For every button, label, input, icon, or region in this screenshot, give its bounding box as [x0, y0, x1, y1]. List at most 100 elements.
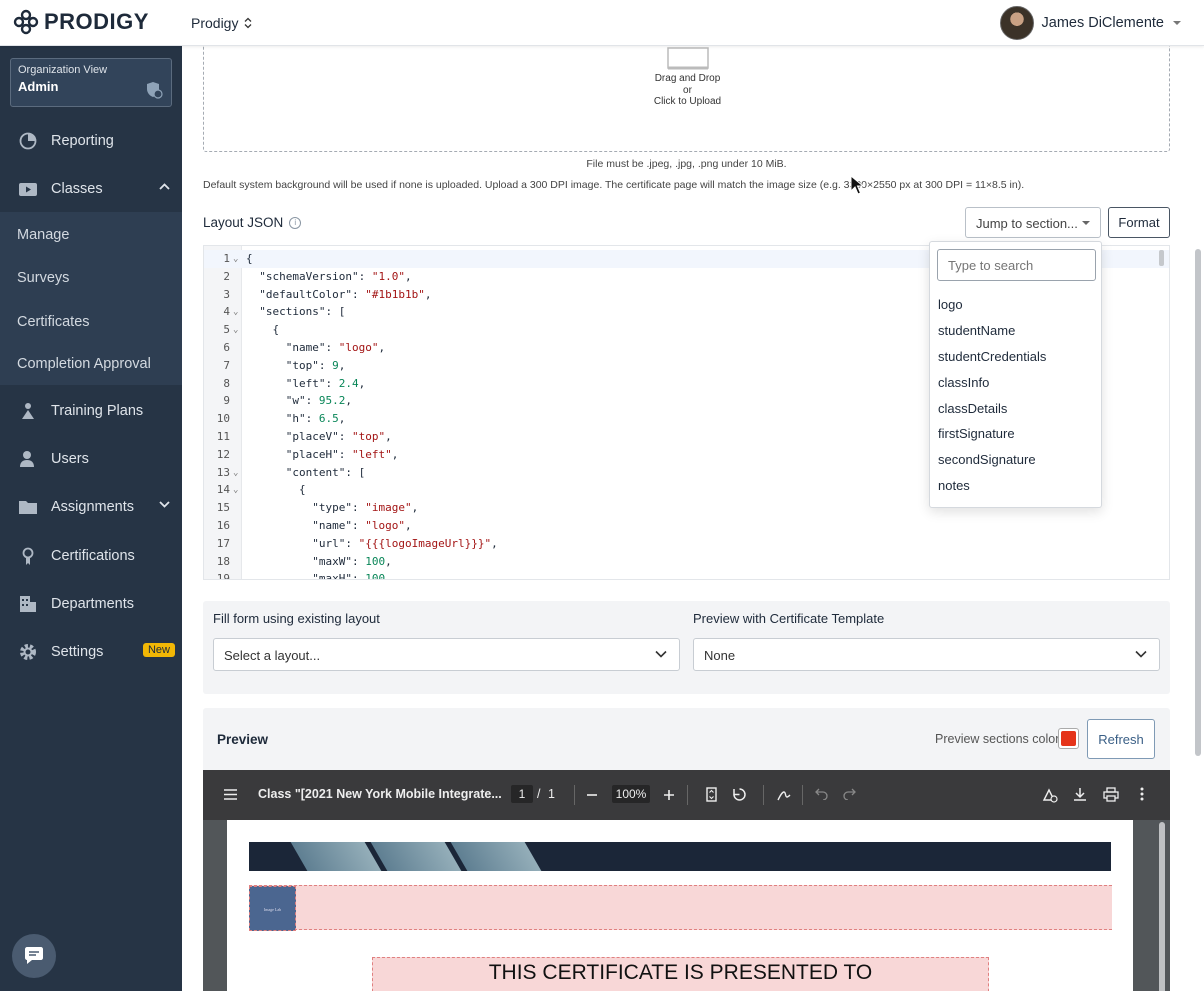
section-option-firstsignature[interactable]: firstSignature — [938, 426, 1015, 441]
page-scrollbar[interactable] — [1195, 249, 1201, 756]
code-line[interactable]: 19 "maxH": 100, — [204, 570, 1169, 580]
line-number: 7 — [223, 358, 230, 372]
chevron-up-icon — [159, 183, 170, 190]
preview-color-swatch[interactable] — [1058, 728, 1079, 749]
section-option-studentcredentials[interactable]: studentCredentials — [938, 349, 1046, 364]
upload-text-click: Click to Upload — [653, 96, 722, 107]
line-number: 1 — [223, 252, 230, 265]
print-icon[interactable] — [1103, 787, 1119, 802]
section-option-classinfo[interactable]: classInfo — [938, 375, 989, 390]
updown-icon — [245, 17, 252, 29]
sidebar-item-manage[interactable]: Manage — [0, 213, 182, 256]
menu-icon[interactable] — [224, 789, 237, 800]
prodigy-logo-icon — [13, 9, 39, 35]
brand-name: PRODIGY — [44, 9, 149, 34]
template-select[interactable]: None — [693, 638, 1160, 671]
fill-layout-label: Fill form using existing layout — [213, 611, 380, 626]
sidebar-item-surveys[interactable]: Surveys — [0, 256, 182, 299]
band-stripe — [290, 842, 382, 871]
org-switcher[interactable]: Prodigy — [191, 15, 252, 31]
section-search-input[interactable] — [937, 249, 1096, 281]
background-upload-zone[interactable]: Drag and Drop or Click to Upload — [203, 36, 1170, 152]
code-text: "sections": [ — [259, 305, 346, 319]
sidebar-item-completion-approval[interactable]: Completion Approval — [0, 342, 182, 385]
pdf-doc-title: Class "[2021 New York Mobile Integrate..… — [258, 787, 502, 801]
pdf-scrollbar[interactable] — [1159, 822, 1165, 991]
info-icon[interactable]: i — [289, 216, 302, 229]
download-icon[interactable] — [1073, 787, 1087, 802]
band-stripe — [370, 842, 462, 871]
code-text: "placeV": "top", — [285, 430, 392, 443]
file-type-note: File must be .jpeg, .jpg, .png under 10 … — [586, 158, 787, 170]
format-button[interactable]: Format — [1108, 207, 1170, 238]
line-number: 6 — [223, 341, 230, 354]
sidebar-item-label: Surveys — [17, 269, 70, 286]
refresh-button[interactable]: Refresh — [1087, 719, 1155, 759]
layout-select[interactable]: Select a layout... — [213, 638, 680, 671]
main-content: Drag and Drop or Click to Upload File mu… — [182, 36, 1204, 991]
page-total: 1 — [548, 787, 555, 801]
rotate-icon[interactable] — [732, 787, 747, 802]
chat-button[interactable] — [12, 934, 56, 978]
sidebar-item-settings[interactable]: Settings New — [0, 628, 182, 675]
sidebar-item-reporting[interactable]: Reporting — [0, 117, 182, 164]
sidebar-item-departments[interactable]: Departments — [0, 580, 182, 627]
editor-scrollbar[interactable] — [1159, 250, 1164, 266]
jump-to-section-dropdown: logo studentName studentCredentials clas… — [929, 241, 1102, 508]
sidebar-item-classes[interactable]: Classes — [0, 165, 182, 212]
add-shape-icon[interactable] — [1042, 787, 1058, 803]
mouse-cursor-icon — [850, 175, 864, 195]
code-text: "maxH": 100, — [312, 572, 392, 580]
undo-icon[interactable] — [815, 788, 828, 800]
draw-icon[interactable] — [776, 788, 791, 802]
section-option-notes[interactable]: notes — [938, 478, 970, 493]
sidebar-item-training-plans[interactable]: Training Plans — [0, 387, 182, 434]
jump-to-section-select[interactable]: Jump to section... — [965, 207, 1101, 238]
code-line[interactable]: 17 "url": "{{{logoImageUrl}}}", — [204, 535, 1169, 553]
sidebar-item-users[interactable]: Users — [0, 435, 182, 482]
building-icon — [20, 596, 36, 612]
section-option-secondsignature[interactable]: secondSignature — [938, 452, 1036, 467]
user-menu[interactable]: James DiClemente — [999, 6, 1183, 40]
code-text: "w": 95.2, — [285, 394, 352, 408]
new-badge: New — [142, 643, 175, 657]
sidebar-item-label: Completion Approval — [17, 355, 151, 372]
line-number: 15 — [216, 501, 230, 515]
sidebar-item-label: Users — [51, 450, 89, 467]
section-option-logo[interactable]: logo — [938, 297, 963, 312]
line-number: 19 — [216, 572, 230, 580]
sidebar-item-label: Reporting — [51, 132, 114, 149]
page-number-input[interactable]: 1 — [511, 785, 533, 803]
fold-chevron-icon[interactable]: ⌄ — [233, 321, 238, 339]
line-number: 10 — [216, 412, 230, 426]
code-text: "maxW": 100, — [312, 554, 392, 568]
page-separator: / — [537, 787, 541, 801]
code-text: { — [246, 323, 280, 337]
org-view-selector[interactable]: Organization View Admin — [10, 58, 172, 107]
section-option-studentname[interactable]: studentName — [938, 323, 1015, 338]
redo-icon[interactable] — [843, 788, 856, 800]
code-line[interactable]: 16 "name": "logo", — [204, 517, 1169, 535]
section-option-classdetails[interactable]: classDetails — [938, 401, 1007, 416]
zoom-level[interactable]: 100% — [612, 785, 650, 803]
code-text: "top": 9, — [285, 358, 346, 372]
fold-chevron-icon[interactable]: ⌄ — [233, 303, 238, 321]
preview-panel: Preview Preview sections color Refresh C… — [203, 708, 1170, 991]
background-note: Default system background will be used i… — [203, 179, 1025, 191]
sidebar-item-certifications[interactable]: Certifications — [0, 532, 182, 579]
fold-chevron-icon[interactable]: ⌄ — [233, 481, 238, 499]
brand-logo[interactable]: PRODIGY — [13, 9, 149, 35]
code-line[interactable]: 18 "maxW": 100, — [204, 553, 1169, 571]
fold-chevron-icon[interactable]: ⌄ — [233, 464, 238, 482]
pdf-viewer[interactable]: Image Lab THIS CERTIFICATE IS PRESENTED … — [203, 820, 1170, 991]
sidebar-item-label: Assignments — [51, 498, 135, 515]
fold-chevron-icon[interactable]: ⌄ — [233, 250, 238, 268]
sidebar-item-assignments[interactable]: Assignments — [0, 483, 182, 530]
zoom-out-icon[interactable] — [587, 794, 597, 796]
shield-settings-icon — [147, 82, 163, 99]
template-label: Preview with Certificate Template — [693, 611, 885, 626]
more-options-icon[interactable] — [1140, 787, 1144, 801]
fit-page-icon[interactable] — [706, 787, 717, 802]
sidebar-item-certificates[interactable]: Certificates — [0, 300, 182, 343]
zoom-in-icon[interactable] — [664, 790, 674, 800]
